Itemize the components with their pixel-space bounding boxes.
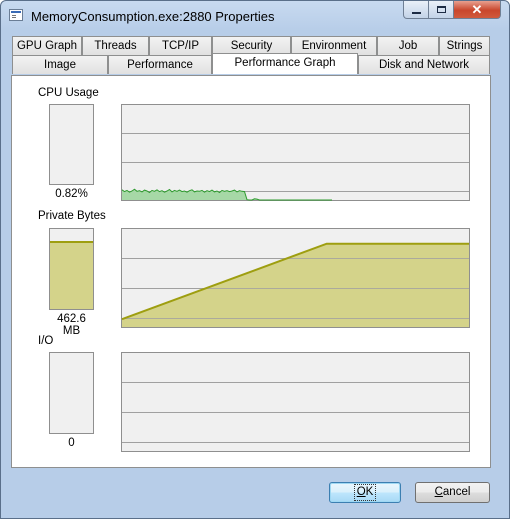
io-meter	[49, 352, 94, 434]
performance-graph-panel: CPU Usage 0.82% Private Bytes 462.6 MB I…	[11, 75, 491, 468]
ok-button-label: OK	[353, 484, 377, 501]
minimize-button[interactable]	[403, 1, 429, 19]
private-bytes-value: 462.6 MB	[57, 313, 86, 337]
properties-window: MemoryConsumption.exe:2880 Properties ✕ …	[0, 0, 510, 519]
minimize-icon	[411, 11, 421, 14]
cancel-button-label: Cancel	[434, 486, 471, 498]
private-bytes-label: Private Bytes	[38, 210, 106, 222]
window-icon[interactable]	[9, 9, 23, 21]
io-graph	[121, 352, 470, 452]
cpu-graph-svg	[121, 104, 470, 201]
caption-buttons: ✕	[403, 1, 503, 20]
cpu-graph-frame	[121, 104, 470, 201]
maximize-icon	[436, 6, 446, 13]
io-value: 0	[68, 437, 75, 449]
window-title: MemoryConsumption.exe:2880 Properties	[31, 9, 275, 24]
cpu-usage-value: 0.82%	[55, 188, 88, 200]
cpu-usage-label: CPU Usage	[38, 87, 99, 99]
tab-performance-graph[interactable]: Performance Graph	[212, 53, 358, 74]
tab-strings[interactable]: Strings	[439, 36, 490, 55]
close-icon: ✕	[471, 2, 483, 17]
tab-job[interactable]: Job	[377, 36, 439, 55]
private-bytes-graph-svg	[121, 228, 470, 328]
close-button[interactable]: ✕	[454, 1, 501, 19]
maximize-button[interactable]	[429, 1, 454, 19]
tab-threads[interactable]: Threads	[82, 36, 149, 55]
io-graph-frame	[121, 352, 470, 452]
tab-disk-and-network[interactable]: Disk and Network	[358, 55, 490, 74]
private-bytes-meter-fill	[50, 241, 93, 309]
cancel-button[interactable]: Cancel	[415, 482, 490, 503]
private-bytes-meter	[49, 228, 94, 310]
cpu-usage-graph	[121, 104, 470, 201]
private-bytes-graph	[121, 228, 470, 328]
tab-gpu-graph[interactable]: GPU Graph	[12, 36, 82, 55]
tab-image[interactable]: Image	[12, 55, 108, 74]
tab-tcpip[interactable]: TCP/IP	[149, 36, 212, 55]
io-label: I/O	[38, 335, 54, 347]
tab-performance[interactable]: Performance	[108, 55, 212, 74]
cpu-usage-meter	[49, 104, 94, 185]
tab-strip: GPU Graph Threads TCP/IP Security Enviro…	[12, 36, 490, 76]
io-graph-svg	[121, 352, 470, 452]
title-bar[interactable]: MemoryConsumption.exe:2880 Properties ✕	[1, 1, 509, 31]
ok-button[interactable]: OK	[329, 482, 401, 503]
